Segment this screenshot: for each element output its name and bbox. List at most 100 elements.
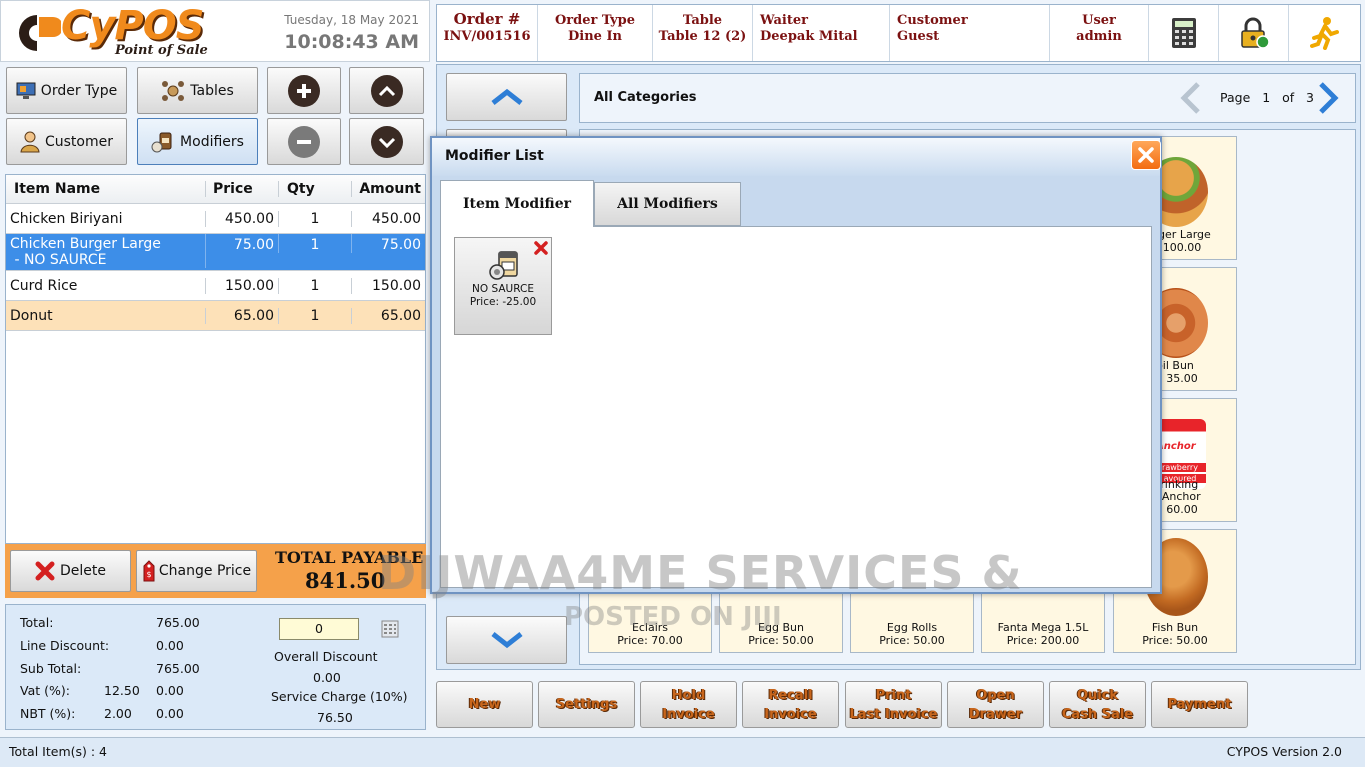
watermark-line-2: POSTED ON JIJI (564, 602, 782, 632)
row-amount: 75.00 (380, 237, 421, 253)
quick-cash-sale-button[interactable]: Quick Cash Sale (1049, 681, 1146, 728)
row-qty: 1 (279, 210, 352, 227)
page-indicator: Page 1 of 3 (1220, 90, 1314, 105)
tables-icon (161, 80, 185, 102)
customer-button[interactable]: Customer (6, 118, 127, 165)
recall-invoice-button[interactable]: Recall Invoice (742, 681, 839, 728)
product-price: Price: 50.00 (748, 634, 814, 647)
modifier-price: Price: -25.00 (469, 296, 537, 308)
order-type-value: Dine In (568, 29, 622, 44)
row-amount: 65.00 (380, 307, 421, 324)
vat-value: 0.00 (156, 683, 184, 698)
order-type-cell[interactable]: Order Type Dine In (538, 5, 653, 61)
row-item-name: Chicken Biriyani (6, 210, 206, 227)
vat-label: Vat (%): (20, 683, 70, 698)
row-item-title: Chicken Burger Large (10, 236, 161, 252)
tables-button-label: Tables (190, 82, 234, 99)
user-label: User (1082, 13, 1116, 28)
product-price: Price: 50.00 (1142, 634, 1208, 647)
page-of: of (1282, 90, 1295, 105)
product-name: Fish Bun (1151, 621, 1199, 634)
order-number-value: INV/001516 (443, 29, 531, 44)
modifier-tile[interactable]: NO SAURCE Price: -25.00 (454, 237, 552, 335)
scroll-down-button[interactable] (349, 118, 424, 165)
table-row[interactable]: Curd Rice 150.00 1 150.00 (6, 271, 425, 301)
chevron-up-icon (370, 74, 403, 107)
recall-invoice-label-1: Recall (768, 687, 813, 703)
table-cell[interactable]: Table Table 12 (2) (653, 5, 753, 61)
lock-icon (1240, 17, 1270, 49)
calculator-button[interactable] (1149, 5, 1219, 61)
current-date: Tuesday, 18 May 2021 (284, 13, 419, 27)
discount-input[interactable]: 0 (279, 618, 359, 640)
payment-button[interactable]: Payment (1151, 681, 1248, 728)
app-version: CYPOS Version 2.0 (1226, 744, 1342, 759)
product-price: Price: 50.00 (879, 634, 945, 647)
hold-invoice-label-1: Hold (671, 687, 706, 703)
service-charge-label: Service Charge (10%) (271, 689, 408, 704)
waiter-cell[interactable]: Waiter Deepak Mital (753, 5, 890, 61)
recall-invoice-label-2: Invoice (764, 706, 817, 722)
chevron-down-icon (490, 632, 523, 649)
page-total: 3 (1306, 90, 1314, 105)
user-cell: User admin (1050, 5, 1149, 61)
modifiers-button-label: Modifiers (180, 133, 244, 150)
overall-discount-label: Overall Discount (274, 649, 378, 664)
reduce-quantity-button[interactable] (267, 118, 341, 165)
row-item-name: Chicken Burger Large - NO SAURCE (6, 234, 206, 268)
exit-button[interactable] (1289, 5, 1360, 61)
customer-cell[interactable]: Customer Guest (890, 5, 1050, 61)
row-price: 75.00 (206, 234, 279, 253)
hold-invoice-label-2: Invoice (662, 706, 715, 722)
settings-button-label: Settings (555, 697, 618, 712)
plus-icon (288, 74, 320, 107)
scroll-up-button[interactable] (349, 67, 424, 114)
tab-all-modifiers[interactable]: All Modifiers (594, 182, 741, 226)
new-button[interactable]: New (436, 681, 533, 728)
settings-button[interactable]: Settings (538, 681, 635, 728)
close-dialog-button[interactable] (1131, 140, 1161, 170)
line-discount-value: 0.00 (156, 638, 184, 653)
tables-button[interactable]: Tables (137, 67, 258, 114)
row-amount: 150.00 (372, 277, 421, 294)
logo: CyPOS Point of Sale (9, 3, 231, 59)
modifiers-button[interactable]: Modifiers (137, 118, 258, 165)
modifier-name: NO SAURCE (472, 283, 534, 295)
total-items-count: Total Item(s) : 4 (9, 744, 107, 759)
open-drawer-button[interactable]: Open Drawer (947, 681, 1044, 728)
tab-item-modifier[interactable]: Item Modifier (440, 180, 594, 227)
nbt-value: 0.00 (156, 706, 184, 721)
remove-modifier-icon[interactable] (534, 241, 548, 255)
tab-item-modifier-label: Item Modifier (462, 196, 571, 212)
product-price: Price: 70.00 (617, 634, 683, 647)
tab-all-modifiers-label: All Modifiers (617, 196, 718, 212)
category-scroll-down-button[interactable] (446, 616, 567, 664)
add-quantity-button[interactable] (267, 67, 341, 114)
next-page-button[interactable] (1317, 82, 1339, 118)
change-price-button[interactable]: $ Change Price (136, 550, 257, 592)
table-row[interactable]: Chicken Biriyani 450.00 1 450.00 (6, 204, 425, 234)
lock-button[interactable] (1219, 5, 1289, 61)
row-item-name: Curd Rice (6, 277, 206, 294)
order-type-button[interactable]: Order Type (6, 67, 127, 114)
hold-invoice-button[interactable]: Hold Invoice (640, 681, 737, 728)
logo-subtext: Point of Sale (115, 43, 208, 58)
discount-calculator-icon[interactable] (381, 620, 399, 641)
table-row[interactable]: Donut 65.00 1 65.00 (6, 301, 425, 331)
overall-discount-value: 0.00 (313, 670, 341, 685)
product-name: Fanta Mega 1.5L (997, 621, 1089, 634)
waiter-value: Deepak Mital (760, 29, 858, 44)
calculator-icon (1171, 18, 1196, 48)
delete-button[interactable]: Delete (10, 550, 131, 592)
table-value: Table 12 (2) (658, 29, 747, 44)
prev-page-button[interactable] (1180, 82, 1202, 118)
modifier-list-dialog: Modifier List Item Modifier All Modifier… (430, 136, 1162, 594)
total-payable-value: 841.50 (305, 568, 386, 593)
category-scroll-up-button[interactable] (446, 73, 567, 121)
table-row-selected[interactable]: Chicken Burger Large - NO SAURCE 75.00 1… (6, 234, 425, 271)
print-last-invoice-label-2: Last Invoice (849, 706, 938, 722)
nbt-label: NBT (%): (20, 706, 76, 721)
print-last-invoice-button[interactable]: Print Last Invoice (845, 681, 942, 728)
category-title: All Categories (594, 90, 697, 105)
nbt-rate: 2.00 (104, 706, 132, 721)
